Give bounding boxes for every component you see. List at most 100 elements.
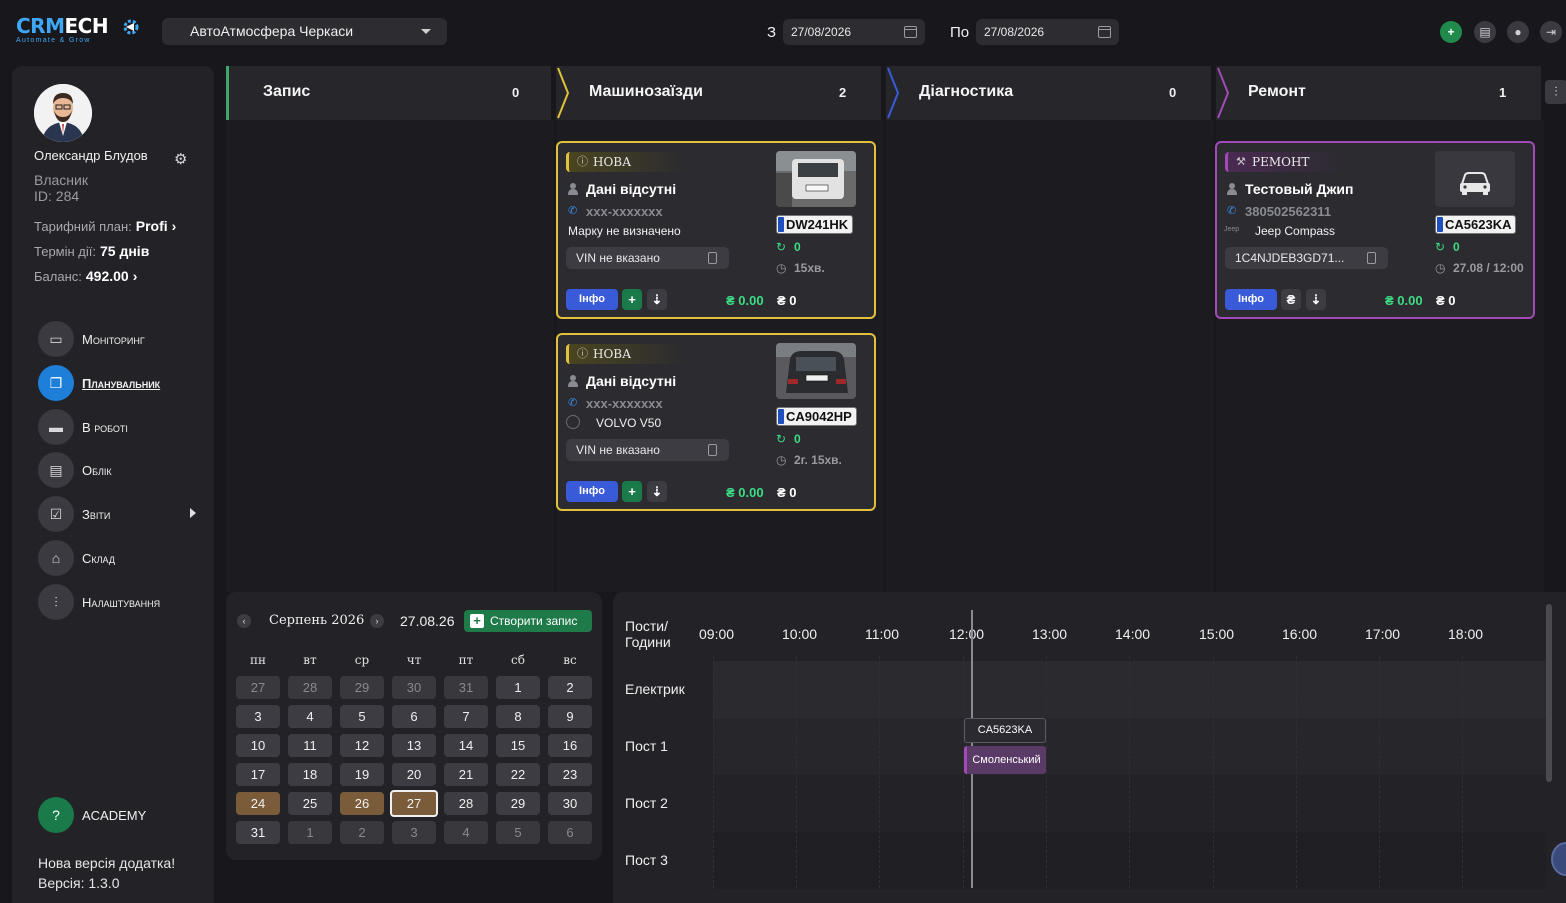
calendar-day[interactable]: 4 xyxy=(444,821,488,844)
client-phone[interactable]: xxx-xxxxxxx xyxy=(586,396,663,411)
calendar-day[interactable]: 16 xyxy=(548,734,592,757)
calendar-icon[interactable] xyxy=(1098,26,1111,38)
bell-icon[interactable]: ● xyxy=(1507,21,1529,43)
nav-academy[interactable]: ? ACADEMY xyxy=(38,797,208,833)
calendar-day[interactable]: 7 xyxy=(444,705,488,728)
calendar-day[interactable]: 8 xyxy=(496,705,540,728)
calendar-day[interactable]: 20 xyxy=(392,763,436,786)
order-card[interactable]: ⚒ РЕМОНТ Тестовый Джип ✆ 380502562311 Jee… xyxy=(1215,141,1535,319)
calendar-day[interactable]: 30 xyxy=(392,676,436,699)
client-phone[interactable]: xxx-xxxxxxx xyxy=(586,204,663,219)
info-button[interactable]: Інфо xyxy=(566,289,618,310)
calendar-day[interactable]: 1 xyxy=(288,821,332,844)
calendar-day[interactable]: 28 xyxy=(288,676,332,699)
nav-settings[interactable]: ⫶ Налаштування xyxy=(38,584,208,620)
vin-field[interactable]: VIN не вказано xyxy=(566,439,729,461)
calendar-day[interactable]: 5 xyxy=(496,821,540,844)
calendar-day[interactable]: 13 xyxy=(392,734,436,757)
calendar-day[interactable]: 11 xyxy=(288,734,332,757)
calendar-day[interactable]: 31 xyxy=(236,821,280,844)
calendar-day[interactable]: 3 xyxy=(392,821,436,844)
vin-field[interactable]: 1C4NJDEB3GD71... xyxy=(1225,247,1388,269)
calendar-icon[interactable] xyxy=(904,26,917,38)
client-phone[interactable]: 380502562311 xyxy=(1245,204,1331,219)
nav-in-work[interactable]: ▬ В роботі xyxy=(38,409,208,445)
info-button[interactable]: Інфо xyxy=(1225,289,1277,310)
balance-line[interactable]: Баланс: 492.00 › xyxy=(34,268,137,284)
calendar-day[interactable]: 15 xyxy=(496,734,540,757)
create-booking-button[interactable]: + Створити запис xyxy=(464,610,592,632)
calendar-day[interactable]: 26 xyxy=(340,792,384,815)
logo[interactable]: CRMECH Automate & Grow xyxy=(16,16,139,48)
calendar-day[interactable]: 9 xyxy=(548,705,592,728)
stage-diagnostics[interactable]: Діагностика 0 xyxy=(886,66,1211,120)
chevron-left-icon[interactable]: ‹ xyxy=(237,614,251,628)
calendar-day[interactable]: 6 xyxy=(548,821,592,844)
calendar-day[interactable]: 5 xyxy=(340,705,384,728)
car-photo[interactable] xyxy=(776,343,856,399)
calendar-day[interactable]: 22 xyxy=(496,763,540,786)
branch-select[interactable]: АвтоАтмосфера Черкаси xyxy=(162,18,447,45)
calendar-day-selected[interactable]: 27 xyxy=(390,790,438,817)
info-button[interactable]: Інфо xyxy=(566,481,618,502)
stage-booking[interactable]: Запис 0 xyxy=(226,66,551,120)
calendar-day[interactable]: 19 xyxy=(340,763,384,786)
filter-sliders-icon[interactable]: ⫶ xyxy=(1545,80,1566,104)
transfer-icon[interactable]: ⇣ xyxy=(1306,289,1326,310)
gear-icon[interactable]: ⚙ xyxy=(174,150,187,168)
date-from-input[interactable]: 27/08/2026 xyxy=(783,19,925,45)
calendar-day[interactable]: 10 xyxy=(236,734,280,757)
add-icon[interactable]: + xyxy=(622,289,642,310)
copy-icon[interactable] xyxy=(1367,252,1376,264)
calendar-day[interactable]: 2 xyxy=(340,821,384,844)
tariff-line[interactable]: Тарифний план: Profi › xyxy=(34,218,176,234)
plus-icon[interactable]: + xyxy=(1440,21,1462,43)
vin-field[interactable]: VIN не вказано xyxy=(566,247,729,269)
calendar-day[interactable]: 30 xyxy=(548,792,592,815)
car-photo[interactable] xyxy=(776,151,856,207)
calendar-day[interactable]: 27 xyxy=(236,676,280,699)
nav-planner[interactable]: ❐ Планувальник xyxy=(38,365,208,401)
avatar[interactable] xyxy=(34,84,92,142)
schedule-scrollbar[interactable] xyxy=(1546,604,1552,782)
calendar-day[interactable]: 28 xyxy=(444,792,488,815)
version-notice[interactable]: Нова версія додатка! xyxy=(38,855,175,871)
payment-button[interactable]: ₴ xyxy=(1281,289,1301,310)
schedule-event-plate[interactable]: CA5623KA xyxy=(964,718,1046,743)
stage-repair[interactable]: Ремонт 1 xyxy=(1216,66,1541,120)
calendar-day[interactable]: 12 xyxy=(340,734,384,757)
calendar-day[interactable]: 6 xyxy=(392,705,436,728)
calendar-day[interactable]: 29 xyxy=(496,792,540,815)
calendar-day[interactable]: 29 xyxy=(340,676,384,699)
copy-icon[interactable] xyxy=(708,252,717,264)
calendar-day[interactable]: 14 xyxy=(444,734,488,757)
calendar-day[interactable]: 31 xyxy=(444,676,488,699)
calendar-day[interactable]: 24 xyxy=(236,792,280,815)
transfer-icon[interactable]: ⇣ xyxy=(647,481,667,502)
calendar-day[interactable]: 3 xyxy=(236,705,280,728)
calendar-day[interactable]: 2 xyxy=(548,676,592,699)
calendar-day[interactable]: 17 xyxy=(236,763,280,786)
archive-icon[interactable]: ▤ xyxy=(1474,21,1496,43)
calendar-day[interactable]: 25 xyxy=(288,792,332,815)
logout-icon[interactable]: ⇥ xyxy=(1540,21,1562,43)
transfer-icon[interactable]: ⇣ xyxy=(647,289,667,310)
calendar-day[interactable]: 21 xyxy=(444,763,488,786)
stage-arrivals[interactable]: Машинозаїзди 2 xyxy=(556,66,881,120)
nav-accounting[interactable]: ▤ Облік xyxy=(38,452,208,488)
copy-icon[interactable] xyxy=(708,444,717,456)
nav-warehouse[interactable]: ⌂ Склад xyxy=(38,540,208,576)
nav-reports[interactable]: ☑ Звіти xyxy=(38,496,208,532)
calendar-day[interactable]: 23 xyxy=(548,763,592,786)
order-card[interactable]: ⓘ НОВА Дані відсутні ✆ xxx-xxxxxxx Марку … xyxy=(556,141,876,319)
car-placeholder[interactable] xyxy=(1435,151,1515,207)
add-icon[interactable]: + xyxy=(622,481,642,502)
nav-monitoring[interactable]: ▭ Моніторинг xyxy=(38,321,208,357)
calendar-day[interactable]: 18 xyxy=(288,763,332,786)
date-to-input[interactable]: 27/08/2026 xyxy=(976,19,1119,45)
chevron-right-icon[interactable]: › xyxy=(370,614,384,628)
order-card[interactable]: ⓘ НОВА Дані відсутні ✆ xxx-xxxxxxx VOLVO … xyxy=(556,333,876,511)
schedule-event[interactable]: Смоленський xyxy=(964,746,1046,774)
calendar-day[interactable]: 4 xyxy=(288,705,332,728)
calendar-day[interactable]: 1 xyxy=(496,676,540,699)
